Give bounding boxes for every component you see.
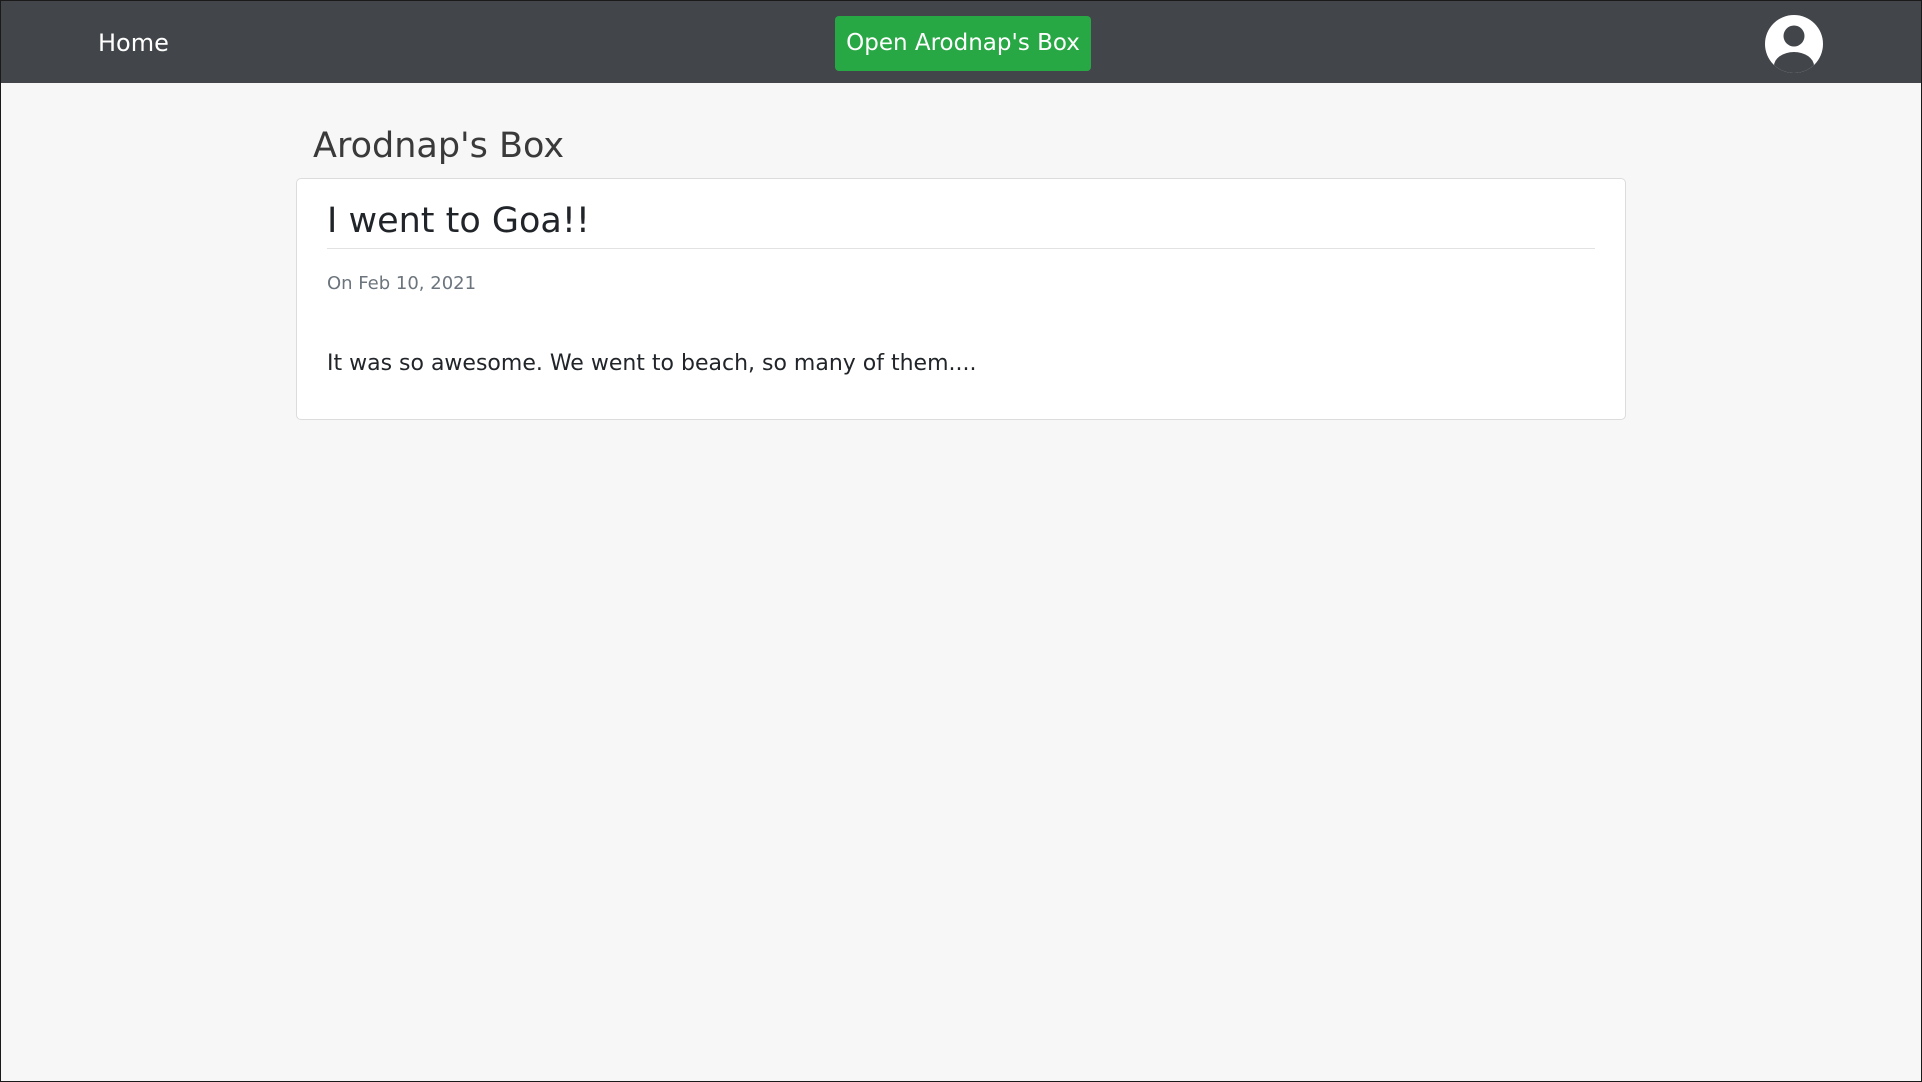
open-box-button[interactable]: Open Arodnap's Box (835, 16, 1091, 71)
app-frame: Home Open Arodnap's Box Arodnap's Box I … (0, 0, 1922, 1082)
user-circle-icon (1765, 15, 1823, 73)
user-avatar[interactable] (1762, 14, 1826, 74)
post-date: On Feb 10, 2021 (327, 273, 477, 294)
post-title: I went to Goa!! (327, 199, 1595, 249)
nav-home-link[interactable]: Home (98, 27, 169, 59)
post-card: I went to Goa!! On Feb 10, 2021 It was s… (296, 178, 1626, 420)
top-navbar: Home Open Arodnap's Box (1, 1, 1921, 83)
page-title: Arodnap's Box (313, 126, 565, 166)
post-body: It was so awesome. We went to beach, so … (327, 351, 977, 376)
